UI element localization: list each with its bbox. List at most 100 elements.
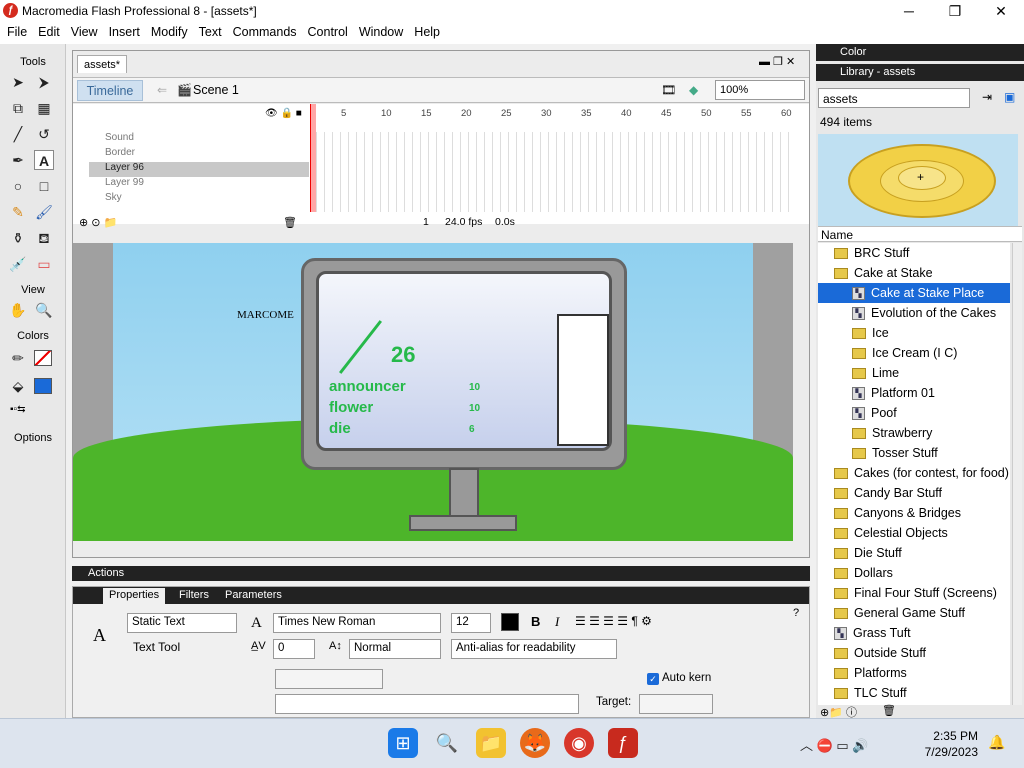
- library-item[interactable]: Final Four Stuff (Screens): [818, 583, 1010, 603]
- library-item[interactable]: ▚ Poof: [818, 403, 1010, 423]
- menu-insert[interactable]: Insert: [102, 22, 144, 39]
- lasso-tool-icon[interactable]: ↺: [34, 124, 54, 144]
- library-column-header[interactable]: Name: [818, 226, 1022, 242]
- italic-icon[interactable]: I: [555, 614, 559, 630]
- frame-grid[interactable]: [309, 132, 789, 212]
- library-item[interactable]: ▚ Cake at Stake Place: [818, 283, 1010, 303]
- line-tool-icon[interactable]: ╱: [8, 124, 28, 144]
- library-item[interactable]: Tosser Stuff: [818, 443, 1010, 463]
- fill-color-icon[interactable]: ⬙: [8, 376, 28, 396]
- zoom-tool-icon[interactable]: 🔍: [34, 300, 54, 320]
- color-panel-header[interactable]: Color: [816, 44, 1024, 61]
- text-tool-icon[interactable]: A: [34, 150, 54, 170]
- library-item[interactable]: ▚ Grass Tuft: [818, 623, 1010, 643]
- scene-label[interactable]: Scene 1: [193, 83, 239, 97]
- notification-icon[interactable]: 🔔: [988, 734, 1005, 751]
- align-icons[interactable]: ☰ ☰ ☰ ☰ ¶ ⚙: [575, 614, 652, 628]
- delete-layer-icon[interactable]: 🗑: [283, 216, 297, 229]
- layer-99[interactable]: Layer 99: [89, 177, 309, 192]
- brush-tool-icon[interactable]: 🖌: [34, 202, 54, 222]
- library-item[interactable]: Dollars: [818, 563, 1010, 583]
- menu-modify[interactable]: Modify: [144, 22, 192, 39]
- library-scrollbar[interactable]: [1012, 243, 1022, 705]
- add-layer-icons[interactable]: ⊕ ⊙ 📁: [79, 216, 117, 229]
- library-item[interactable]: Strawberry: [818, 423, 1010, 443]
- menu-help[interactable]: Help: [407, 22, 444, 39]
- bold-icon[interactable]: B: [531, 614, 540, 629]
- playhead[interactable]: [310, 104, 316, 212]
- font-size-input[interactable]: 12: [451, 613, 491, 633]
- layer-96[interactable]: Layer 96: [89, 162, 309, 177]
- rectangle-tool-icon[interactable]: □: [34, 176, 54, 196]
- target-select[interactable]: [639, 694, 713, 714]
- fill-transform-icon[interactable]: ▦: [34, 98, 54, 118]
- tab-filters[interactable]: Filters: [173, 588, 215, 604]
- library-delete-icon[interactable]: 🗑: [882, 704, 896, 717]
- library-item[interactable]: Cakes (for contest, for food): [818, 463, 1010, 483]
- stroke-color-swatch[interactable]: [34, 350, 52, 366]
- eraser-icon[interactable]: ▭: [34, 254, 54, 274]
- hand-tool-icon[interactable]: ✋: [8, 300, 28, 320]
- text-type-select[interactable]: Static Text: [127, 613, 237, 633]
- edit-scene-icon[interactable]: 🎞: [661, 83, 676, 97]
- paint-bucket-icon[interactable]: ⛾: [34, 228, 54, 248]
- pin-library-icon[interactable]: ⇥: [982, 90, 992, 104]
- library-document-select[interactable]: assets: [818, 88, 970, 108]
- library-item[interactable]: Cake at Stake: [818, 263, 1010, 283]
- doc-window-controls-icon[interactable]: ▬ ❐ ✕: [759, 55, 795, 68]
- library-item[interactable]: TLC Stuff: [818, 683, 1010, 703]
- edit-symbols-icon[interactable]: ◆: [689, 83, 698, 97]
- url-link-input[interactable]: [275, 694, 579, 714]
- close-button[interactable]: ✕: [978, 0, 1024, 22]
- document-tab[interactable]: assets*: [77, 55, 127, 73]
- menu-text[interactable]: Text: [192, 22, 226, 39]
- subselection-tool-icon[interactable]: ⮞: [34, 72, 54, 92]
- library-item[interactable]: General Game Stuff: [818, 603, 1010, 623]
- library-item[interactable]: Ice Cream (I C): [818, 343, 1010, 363]
- library-item[interactable]: Celestial Objects: [818, 523, 1010, 543]
- search-icon[interactable]: 🔍: [432, 728, 462, 758]
- firefox-icon[interactable]: 🦊: [520, 728, 550, 758]
- new-library-icon[interactable]: ▣: [1004, 90, 1015, 104]
- library-item[interactable]: Platforms: [818, 663, 1010, 683]
- position-select[interactable]: Normal: [349, 639, 441, 659]
- auto-kern-checkbox[interactable]: ✓: [647, 673, 659, 685]
- library-item[interactable]: ▚ Platform 01: [818, 383, 1010, 403]
- pencil-tool-icon[interactable]: ✎: [8, 202, 28, 222]
- layer-toggle-icons[interactable]: 👁 🔒 ■: [265, 108, 302, 119]
- eyedropper-icon[interactable]: 💉: [8, 254, 28, 274]
- library-item[interactable]: ▚ Evolution of the Cakes: [818, 303, 1010, 323]
- start-icon[interactable]: ⊞: [388, 728, 418, 758]
- back-arrow-icon[interactable]: ⇐: [157, 83, 167, 97]
- library-item[interactable]: BRC Stuff: [818, 243, 1010, 263]
- stage[interactable]: MARCOME 26 announcer flower die 10 10 6: [73, 243, 793, 541]
- font-select[interactable]: Times New Roman: [273, 613, 441, 633]
- chrome-icon[interactable]: ◉: [564, 728, 594, 758]
- library-item[interactable]: Outside Stuff: [818, 643, 1010, 663]
- zoom-select[interactable]: 100%: [715, 80, 805, 100]
- layer-sky[interactable]: Sky: [89, 192, 309, 207]
- library-item[interactable]: Candy Bar Stuff: [818, 483, 1010, 503]
- minimize-button[interactable]: ─: [886, 0, 932, 22]
- library-item[interactable]: Canyons & Bridges: [818, 503, 1010, 523]
- tab-properties[interactable]: Properties: [103, 588, 166, 604]
- letter-spacing-input[interactable]: 0: [273, 639, 315, 659]
- library-item[interactable]: Die Stuff: [818, 543, 1010, 563]
- menu-window[interactable]: Window: [352, 22, 407, 39]
- tab-parameters[interactable]: Parameters: [219, 588, 288, 604]
- library-item[interactable]: Lime: [818, 363, 1010, 383]
- layer-sound[interactable]: Sound: [89, 132, 309, 147]
- menu-file[interactable]: File: [0, 22, 31, 39]
- timeline-button[interactable]: Timeline: [77, 80, 143, 101]
- stroke-color-icon[interactable]: ✏: [8, 348, 28, 368]
- layer-border[interactable]: Border: [89, 147, 309, 162]
- menu-view[interactable]: View: [64, 22, 102, 39]
- free-transform-icon[interactable]: ⧉: [8, 98, 28, 118]
- text-color-swatch[interactable]: [501, 613, 519, 631]
- flash-taskbar-icon[interactable]: ƒ: [608, 728, 638, 758]
- restore-button[interactable]: ❐: [932, 0, 978, 22]
- pen-tool-icon[interactable]: ✒: [8, 150, 28, 170]
- format-select[interactable]: [275, 669, 383, 689]
- actions-panel-header[interactable]: Actions: [72, 566, 810, 581]
- library-item[interactable]: Ice: [818, 323, 1010, 343]
